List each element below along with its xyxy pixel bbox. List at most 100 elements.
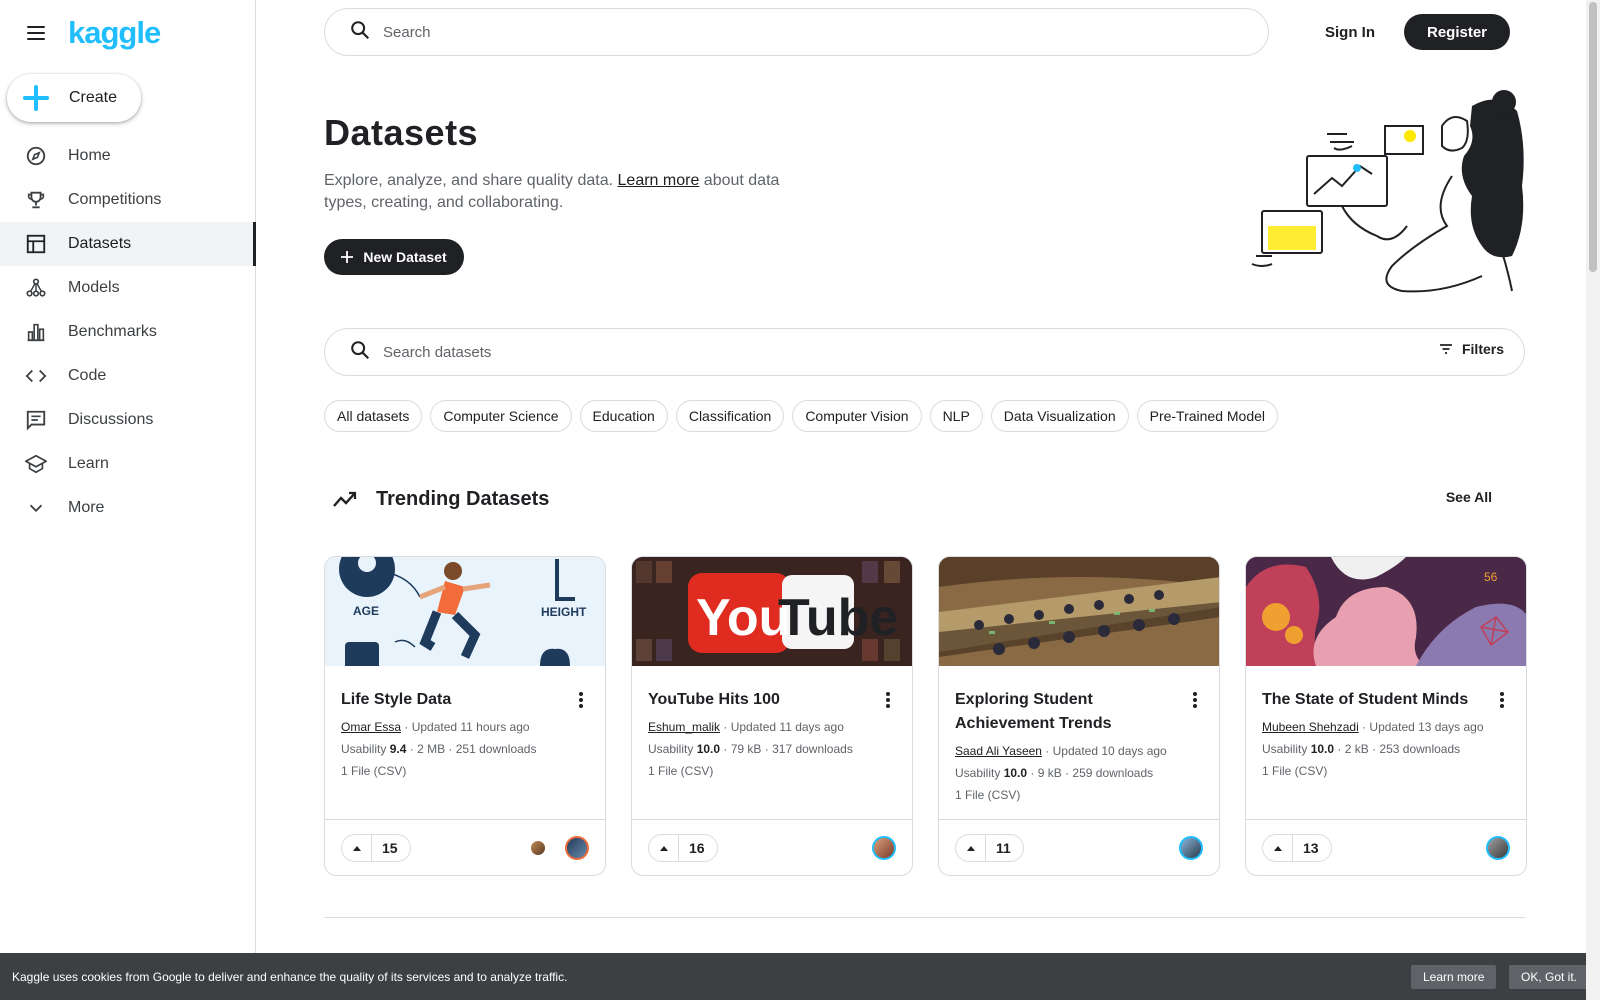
contributor-avatars — [872, 836, 896, 860]
chip-computer-science[interactable]: Computer Science — [430, 400, 572, 432]
scrollbar-thumb[interactable] — [1589, 2, 1597, 272]
dataset-card[interactable]: You Tube YouTube Hits 100 Eshum_malik · … — [631, 556, 913, 876]
filters-button[interactable]: Filters — [1438, 341, 1504, 357]
avatar[interactable] — [1179, 836, 1203, 860]
search-icon — [349, 339, 371, 366]
author-link[interactable]: Saad Ali Yaseen — [955, 744, 1042, 758]
page-title: Datasets — [324, 112, 479, 153]
cookie-ok-button[interactable]: OK, Got it. — [1509, 965, 1590, 989]
dataset-title[interactable]: The State of Student Minds — [1262, 688, 1477, 712]
sidebar-item-benchmarks[interactable]: Benchmarks — [0, 310, 255, 354]
author-link[interactable]: Omar Essa — [341, 720, 401, 734]
dataset-search-input[interactable] — [383, 343, 983, 361]
hamburger-menu-icon[interactable] — [24, 21, 48, 45]
more-options-icon[interactable] — [886, 692, 890, 708]
upvote-arrow-icon[interactable] — [649, 835, 679, 861]
create-button[interactable]: Create — [7, 74, 141, 122]
upvote-control: 11 — [955, 834, 1024, 862]
separator: · — [1334, 742, 1345, 756]
more-options-icon[interactable] — [1193, 692, 1197, 708]
avatar[interactable] — [529, 839, 547, 857]
search-icon — [349, 19, 371, 46]
learn-more-link[interactable]: Learn more — [618, 172, 700, 189]
dataset-thumbnail — [939, 557, 1219, 666]
cookie-learn-more-button[interactable]: Learn more — [1411, 965, 1497, 989]
sidebar-item-label: Benchmarks — [68, 323, 157, 340]
dataset-thumbnail: You Tube — [632, 557, 912, 666]
files-text: 1 File (CSV) — [955, 788, 1021, 802]
upvote-arrow-icon[interactable] — [956, 835, 986, 861]
dataset-meta: Saad Ali Yaseen · Updated 10 days ago Us… — [955, 740, 1203, 806]
sidebar-item-label: Code — [68, 367, 107, 384]
chip-computer-vision[interactable]: Computer Vision — [792, 400, 922, 432]
new-dataset-button[interactable]: New Dataset — [324, 239, 464, 275]
sidebar-item-code[interactable]: Code — [0, 354, 255, 398]
author-link[interactable]: Mubeen Shehzadi — [1262, 720, 1359, 734]
register-button[interactable]: Register — [1404, 14, 1510, 50]
files-text: 1 File (CSV) — [648, 764, 714, 778]
filters-label: Filters — [1461, 341, 1504, 357]
sidebar-item-datasets[interactable]: Datasets — [0, 222, 256, 266]
avatar[interactable] — [565, 836, 589, 860]
vote-count: 13 — [1303, 840, 1319, 856]
dataset-title[interactable]: YouTube Hits 100 — [648, 688, 863, 712]
sidebar-item-home[interactable]: Home — [0, 134, 255, 178]
sidebar-item-competitions[interactable]: Competitions — [0, 178, 255, 222]
contributor-avatars — [529, 836, 589, 860]
chip-all-datasets[interactable]: All datasets — [324, 400, 423, 432]
usability-label: Usability — [955, 766, 1001, 780]
files-text: 1 File (CSV) — [341, 764, 407, 778]
global-search-bar[interactable] — [324, 8, 1269, 56]
author-link[interactable]: Eshum_malik — [648, 720, 720, 734]
chip-nlp[interactable]: NLP — [929, 400, 983, 432]
sidebar: kaggle Create Home Competitions Datasets — [0, 0, 256, 1000]
card-footer: 13 — [1246, 819, 1526, 875]
upvote-arrow-icon[interactable] — [1263, 835, 1293, 861]
dataset-cards: AGE HEIGHT Life Style Data Omar Essa · U… — [324, 556, 1527, 876]
sidebar-item-models[interactable]: Models — [0, 266, 255, 310]
vote-count: 15 — [382, 840, 398, 856]
dataset-title[interactable]: Life Style Data — [341, 688, 556, 712]
usability-score: 10.0 — [696, 742, 721, 756]
sidebar-item-discussions[interactable]: Discussions — [0, 398, 255, 442]
sidebar-item-label: Discussions — [68, 411, 154, 428]
description-text: Explore, analyze, and share quality data… — [324, 172, 618, 189]
global-search-input[interactable] — [383, 23, 983, 41]
card-body: Life Style Data Omar Essa · Updated 11 h… — [325, 666, 605, 782]
avatar[interactable] — [1486, 836, 1510, 860]
page-scrollbar[interactable] — [1586, 0, 1600, 1000]
size-text: 9 kB — [1037, 766, 1062, 780]
chevron-down-icon — [24, 496, 48, 520]
chip-pre-trained-model[interactable]: Pre-Trained Model — [1136, 400, 1279, 432]
sidebar-item-more[interactable]: More — [0, 486, 255, 530]
dataset-card[interactable]: AGE HEIGHT Life Style Data Omar Essa · U… — [324, 556, 606, 876]
chip-education[interactable]: Education — [579, 400, 668, 432]
usability-score: 9.4 — [389, 742, 407, 756]
chip-data-visualization[interactable]: Data Visualization — [990, 400, 1129, 432]
datasets-hero-illustration — [1251, 90, 1524, 293]
avatar[interactable] — [872, 836, 896, 860]
card-body: Exploring Student Achievement Trends Saa… — [939, 666, 1219, 806]
more-options-icon[interactable] — [1500, 692, 1504, 708]
downloads-text: 259 downloads — [1072, 766, 1154, 780]
card-footer: 15 — [325, 819, 605, 875]
sidebar-item-label: Home — [68, 147, 111, 164]
kaggle-logo[interactable]: kaggle — [68, 15, 161, 51]
youtube-tube-text: Tube — [778, 589, 898, 647]
usability-label: Usability — [341, 742, 387, 756]
sign-in-button[interactable]: Sign In — [1309, 14, 1391, 50]
sidebar-nav: Home Competitions Datasets Models Benchm… — [0, 134, 256, 530]
dataset-card[interactable]: Exploring Student Achievement Trends Saa… — [938, 556, 1220, 876]
see-all-link[interactable]: See All — [1446, 489, 1492, 505]
separator: · — [406, 742, 418, 756]
sidebar-item-learn[interactable]: Learn — [0, 442, 255, 486]
dataset-card[interactable]: 56 The State of Student Minds Mubeen She… — [1245, 556, 1527, 876]
new-dataset-label: New Dataset — [363, 249, 447, 265]
contributor-avatars — [1486, 836, 1510, 860]
more-options-icon[interactable] — [579, 692, 583, 708]
size-text: 2 MB — [417, 742, 446, 756]
dataset-search-bar[interactable]: Filters — [324, 328, 1525, 376]
upvote-arrow-icon[interactable] — [342, 835, 372, 861]
chip-classification[interactable]: Classification — [675, 400, 785, 432]
dataset-title[interactable]: Exploring Student Achievement Trends — [955, 688, 1170, 736]
